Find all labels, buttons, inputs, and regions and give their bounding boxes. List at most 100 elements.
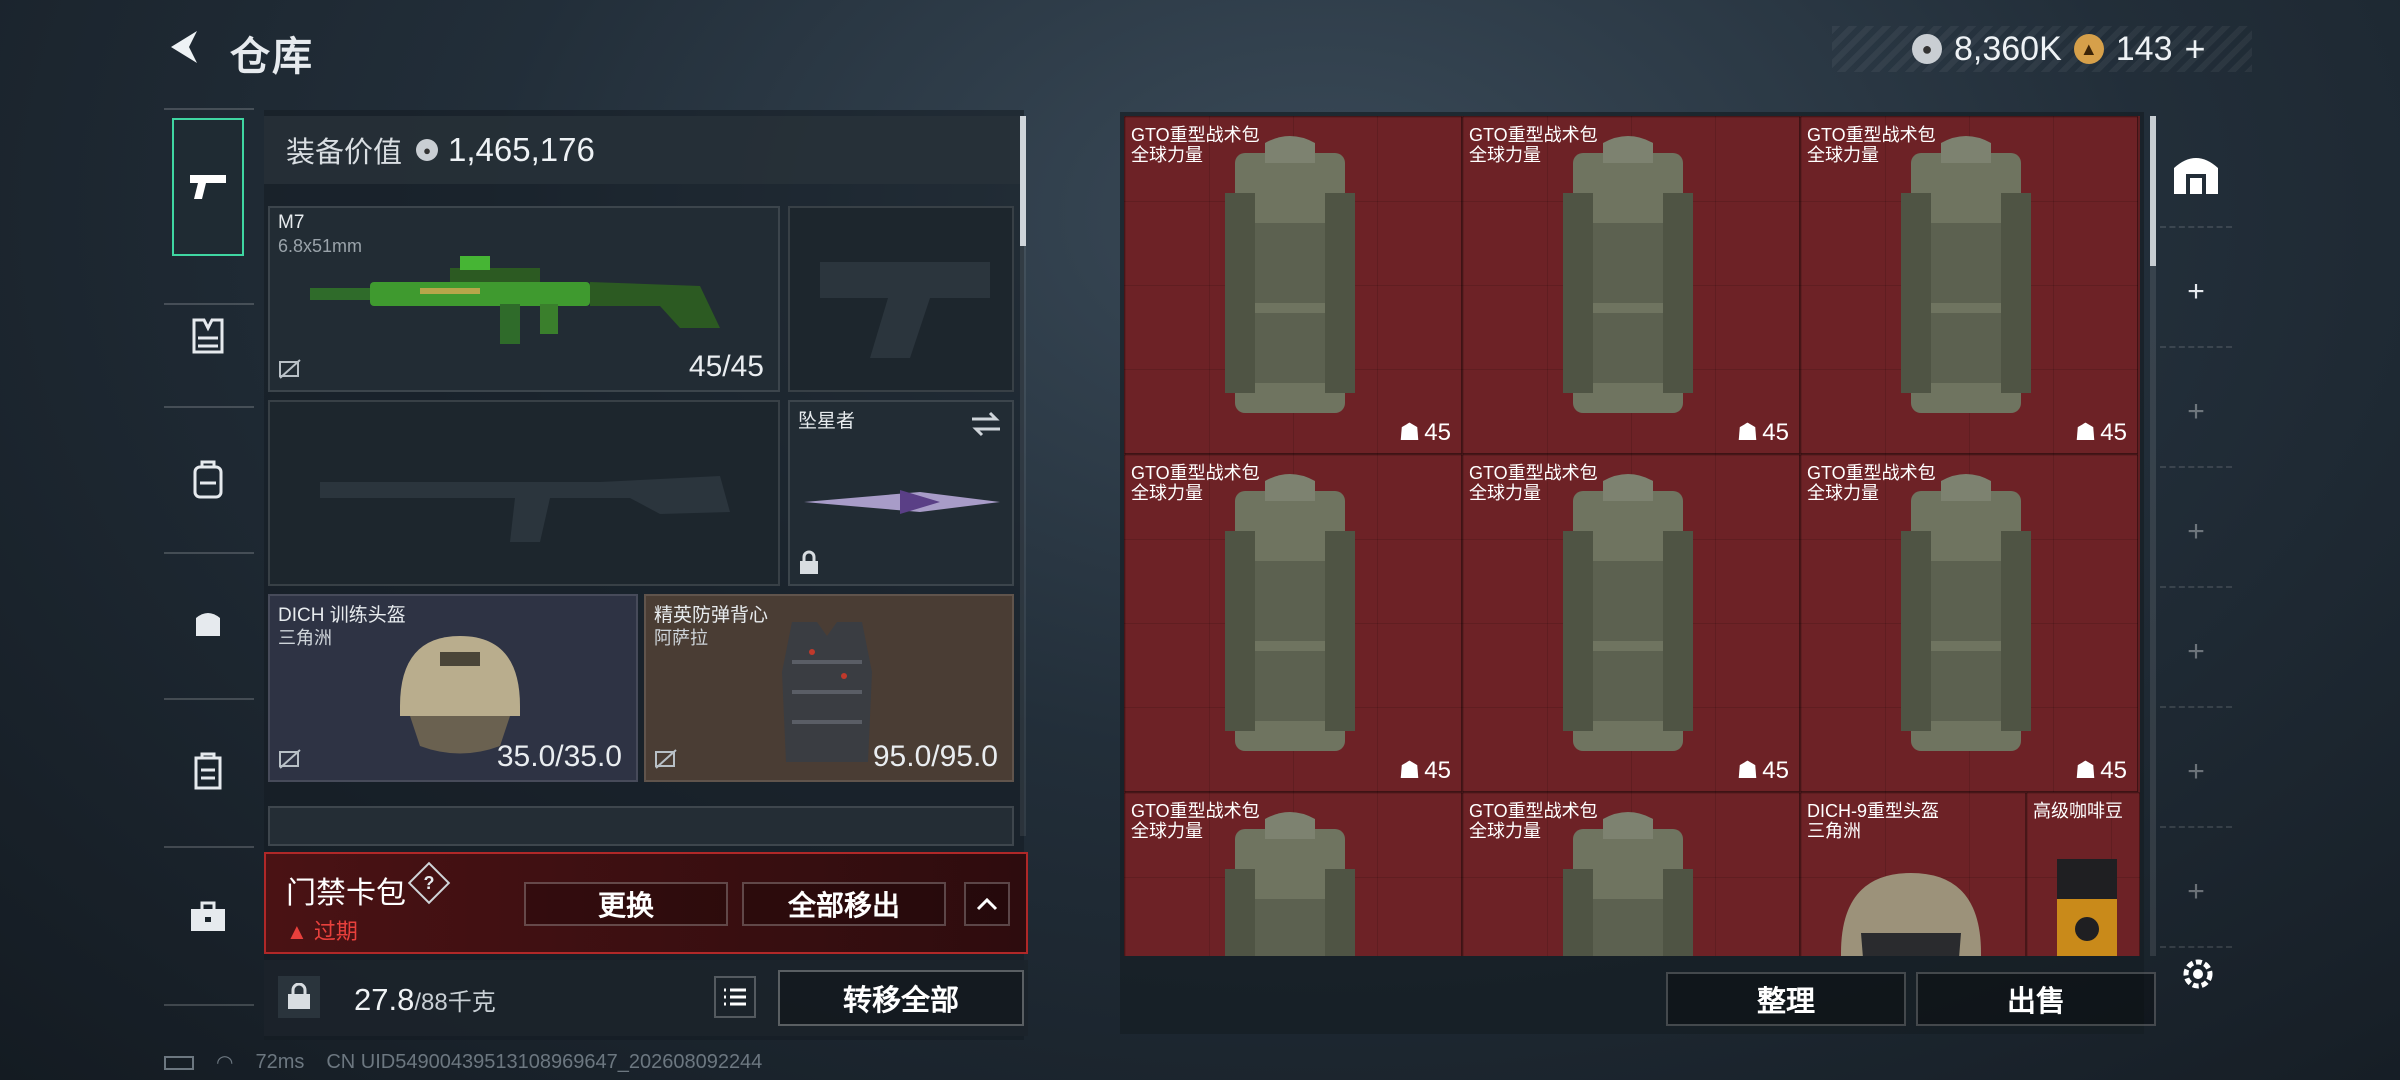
carry-weight: 27.8/88千克 bbox=[354, 982, 496, 1018]
replace-button[interactable]: 更换 bbox=[524, 882, 728, 926]
secondary-weapon-slot[interactable] bbox=[268, 400, 780, 586]
toolbox-icon bbox=[191, 901, 225, 931]
storage-tab-main[interactable] bbox=[2160, 118, 2232, 228]
locked-storage-tab[interactable]: + bbox=[2160, 718, 2232, 828]
category-rail bbox=[164, 108, 254, 1008]
user-uid: CN UID5490043951310896964​7_202608092244 bbox=[326, 1051, 763, 1073]
helmet-slot[interactable]: DICH 训练头盔 三角洲 35.0/35.0 bbox=[268, 594, 638, 782]
capacity-icon: ☗ bbox=[1736, 757, 1759, 784]
locked-storage-tab[interactable]: + bbox=[2160, 358, 2232, 468]
backpack-capacity: ☗ 45 bbox=[2075, 418, 2127, 447]
status-bar: ◠ 72ms CN UID5490043951310896964​7_20260… bbox=[164, 1050, 762, 1075]
backpack-image bbox=[1563, 474, 1693, 751]
armor-image bbox=[782, 622, 872, 762]
storage-item[interactable]: GTO重型战术包 全球力量 ☗ 45 bbox=[1124, 454, 1462, 792]
capacity-value: 45 bbox=[2100, 418, 2127, 446]
backpack-image bbox=[1563, 136, 1693, 413]
storage-item[interactable]: GTO重型战术包 全球力量 ☗ 45 bbox=[1462, 454, 1800, 792]
add-storage-tab-button[interactable]: + bbox=[2160, 238, 2232, 348]
storage-item[interactable]: GTO重型战术包 全球力量 ☗ 45 bbox=[1800, 454, 2138, 792]
list-icon bbox=[724, 988, 746, 1006]
capacity-value: 45 bbox=[1424, 756, 1451, 784]
gear-icon bbox=[2183, 959, 2213, 989]
coffee-bag-image bbox=[2057, 859, 2117, 956]
help-button[interactable]: ? bbox=[407, 861, 451, 905]
page-title: 仓库 bbox=[230, 35, 314, 79]
swap-icon[interactable] bbox=[970, 410, 1002, 438]
item-brand: 三角洲 bbox=[1807, 821, 1861, 841]
toolbox-tab[interactable] bbox=[174, 882, 242, 950]
equipment-value-label: 装备价值 bbox=[286, 137, 403, 169]
storage-item[interactable]: GTO重型战术包 全球力量 ☗ 45 bbox=[1800, 116, 2138, 454]
helmet-brand: 三角洲 bbox=[278, 628, 332, 648]
capacity-icon: ☗ bbox=[1398, 419, 1421, 446]
locked-storage-tab[interactable]: + bbox=[2160, 478, 2232, 588]
pistol-silhouette-icon bbox=[820, 262, 990, 358]
melee-slot[interactable]: 坠星者 bbox=[788, 400, 1014, 586]
storage-item[interactable]: 高级咖啡豆 bbox=[2026, 792, 2140, 956]
help-glyph: ? bbox=[423, 873, 435, 893]
weight-lock-icon bbox=[278, 976, 320, 1018]
capacity-value: 45 bbox=[1424, 418, 1451, 446]
item-brand: 全球力量 bbox=[1807, 483, 1879, 503]
loadout-scroll-thumb[interactable] bbox=[1020, 116, 1026, 246]
no-insure-icon bbox=[655, 749, 677, 769]
pistol-slot[interactable] bbox=[788, 206, 1014, 392]
armor-name: 精英防弹背心 bbox=[654, 605, 769, 626]
primary-weapon-slot[interactable]: M7 6.8x51mm 45/45 bbox=[268, 206, 780, 392]
knife-image bbox=[804, 490, 1000, 514]
item-brand: 全球力量 bbox=[1469, 145, 1541, 165]
battery-icon bbox=[164, 1055, 194, 1070]
storage-scroll-thumb[interactable] bbox=[2150, 116, 2156, 266]
backpack-tab[interactable] bbox=[174, 446, 242, 514]
no-insure-icon bbox=[279, 749, 301, 769]
back-arrow-icon bbox=[171, 31, 197, 63]
silver-coin-icon: ● bbox=[416, 139, 439, 161]
case-tab[interactable] bbox=[174, 738, 242, 806]
collapse-button[interactable] bbox=[964, 882, 1010, 926]
capacity-icon: ☗ bbox=[2074, 757, 2097, 784]
item-brand: 全球力量 bbox=[1807, 145, 1879, 165]
rifle-image bbox=[310, 256, 720, 344]
storage-item[interactable]: GTO重型战术包 全球力量 ☗ 45 bbox=[1124, 116, 1462, 454]
helmet-durability: 35.0/35.0 bbox=[496, 740, 622, 773]
list-view-button[interactable] bbox=[714, 976, 756, 1018]
storage-tab-rail: + + + + + + bbox=[2160, 112, 2232, 1034]
settings-button[interactable] bbox=[2176, 952, 2220, 996]
organize-button[interactable]: 整理 bbox=[1666, 972, 1906, 1026]
capacity-icon: ☗ bbox=[1736, 419, 1759, 446]
armor-slot[interactable]: 精英防弹背心 阿萨拉 95.0/95.0 bbox=[644, 594, 1014, 782]
sell-button[interactable]: 出售 bbox=[1916, 972, 2156, 1026]
carry-weight-value: 27.8 bbox=[354, 982, 415, 1017]
storage-item[interactable]: GTO重型战术包 全球力量 bbox=[1462, 792, 1800, 956]
backpack-image bbox=[1563, 812, 1693, 956]
armor-brand: 阿萨拉 bbox=[654, 628, 708, 648]
backpack-capacity: ☗ 45 bbox=[1399, 756, 1451, 785]
locked-storage-tab[interactable]: + bbox=[2160, 598, 2232, 708]
pistol-icon bbox=[190, 175, 226, 199]
backpack-capacity: ☗ 45 bbox=[2075, 756, 2127, 785]
backpack-capacity: ☗ 45 bbox=[1737, 418, 1789, 447]
transfer-all-button[interactable]: 转移全部 bbox=[778, 970, 1024, 1026]
add-currency-button[interactable]: + bbox=[2185, 28, 2206, 70]
remove-all-button[interactable]: 全部移出 bbox=[742, 882, 946, 926]
item-brand: 全球力量 bbox=[1469, 821, 1541, 841]
pouch-tab[interactable] bbox=[174, 588, 242, 656]
expired-status: ▲ 过期 bbox=[286, 914, 358, 946]
weapon-ammo-count: 45/45 bbox=[688, 350, 764, 383]
warehouse-icon bbox=[2174, 158, 2218, 194]
equipment-value: 1,465,176 bbox=[448, 131, 595, 168]
locked-storage-tab[interactable]: + bbox=[2160, 838, 2232, 948]
storage-item[interactable]: GTO重型战术包 全球力量 bbox=[1124, 792, 1462, 956]
capacity-bar: 27.8/88千克 转移全部 bbox=[264, 960, 1028, 1036]
storage-item[interactable]: DICH-9重型头盔 三角洲 bbox=[1800, 792, 2026, 956]
chest-rig-slot[interactable] bbox=[268, 806, 1014, 846]
helmet-image bbox=[1841, 873, 1981, 956]
storage-item[interactable]: GTO重型战术包 全球力量 ☗ 45 bbox=[1462, 116, 1800, 454]
carry-weight-max: /88千克 bbox=[414, 989, 496, 1016]
chest-rig-tab[interactable] bbox=[174, 302, 242, 370]
backpack-image bbox=[1225, 812, 1355, 956]
backpack-capacity: ☗ 45 bbox=[1399, 418, 1451, 447]
back-button[interactable] bbox=[160, 22, 210, 72]
weapon-tab[interactable] bbox=[172, 118, 244, 256]
